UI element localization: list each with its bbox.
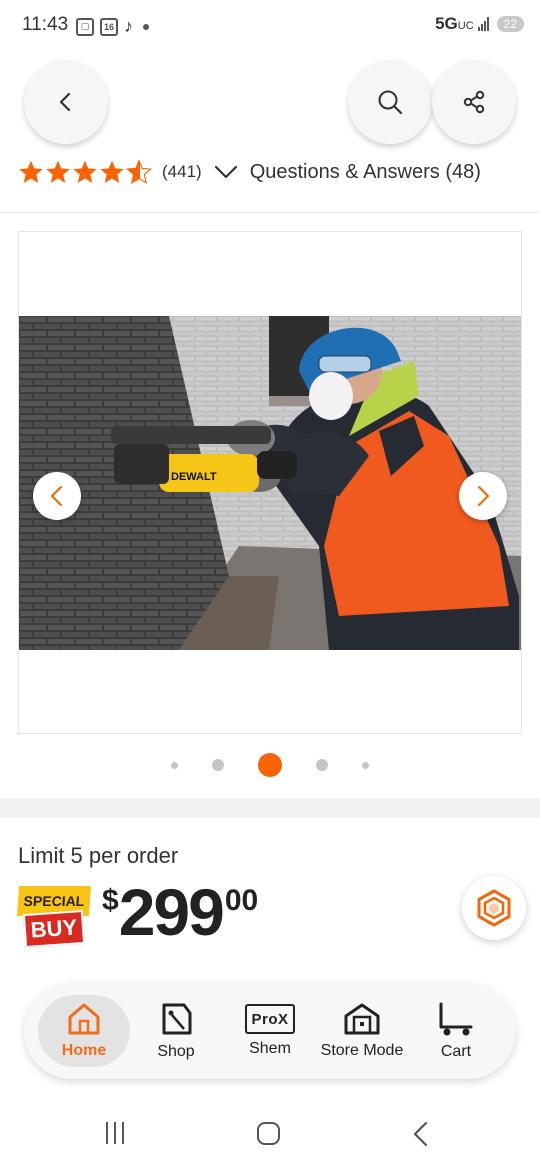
star-full-icon	[46, 160, 70, 183]
hexagon-assistant-icon	[477, 889, 511, 927]
cart-icon	[439, 1002, 473, 1036]
star-full-icon	[100, 160, 124, 183]
prox-icon: ProX	[245, 1004, 295, 1034]
star-full-icon	[19, 160, 43, 183]
back-button[interactable]	[24, 60, 108, 144]
chevron-left-icon	[51, 486, 62, 506]
nav-label-store-mode: Store Mode	[320, 1042, 404, 1059]
system-navigation-bar	[0, 1100, 540, 1170]
product-photo: DEWALT	[19, 316, 521, 650]
nav-item-cart[interactable]: Cart	[420, 983, 492, 1079]
notification-dot-icon	[143, 23, 149, 30]
chevron-left-icon	[59, 92, 71, 112]
search-button[interactable]	[348, 60, 432, 144]
pagination-dot[interactable]	[171, 761, 178, 769]
pagination-dot[interactable]	[212, 759, 224, 771]
nav-label-shop: Shop	[157, 1043, 195, 1060]
nav-label-shem: Shem	[249, 1040, 291, 1057]
section-divider	[0, 798, 540, 818]
nav-item-prox[interactable]: ProX Shem	[230, 983, 310, 1079]
tiktok-icon: ♪	[124, 16, 133, 36]
status-bar: 11:43 ▢ 16 ♪ 5GUC 22	[0, 0, 540, 50]
chevron-down-icon[interactable]	[214, 164, 238, 180]
pagination-dot[interactable]	[316, 759, 328, 771]
screenshot-icon: ▢	[76, 17, 94, 36]
badge-buy-text: BUY	[22, 909, 86, 949]
calendar-16-icon: 16	[100, 17, 118, 36]
system-back-icon[interactable]	[410, 1120, 430, 1148]
divider	[0, 212, 540, 213]
home-icon	[68, 1003, 100, 1035]
star-half-icon	[126, 159, 152, 184]
price-cents: 00	[224, 884, 259, 917]
chevron-right-icon	[478, 486, 489, 506]
assistant-button[interactable]	[462, 876, 526, 940]
share-button[interactable]	[432, 60, 516, 144]
rating-row[interactable]: (441) Questions & Answers (48)	[18, 156, 481, 188]
status-time: 11:43	[22, 14, 69, 35]
signal-icon	[477, 17, 489, 31]
status-right: 5GUC 22	[435, 14, 524, 34]
system-home-icon[interactable]	[257, 1122, 280, 1145]
gallery-pagination[interactable]	[0, 752, 540, 778]
nav-item-home[interactable]: Home	[38, 983, 130, 1079]
nav-label-home: Home	[61, 1042, 107, 1059]
pagination-dot[interactable]	[362, 761, 369, 769]
network-label: 5GUC	[435, 14, 474, 33]
bottom-navigation: Home Shop ProX Shem Store Mode Cart	[24, 983, 516, 1079]
star-rating	[18, 159, 152, 185]
share-icon	[463, 90, 485, 114]
nav-item-store-mode[interactable]: Store Mode	[314, 983, 410, 1079]
shop-tag-icon	[162, 1003, 192, 1035]
gallery-next-button[interactable]	[459, 472, 507, 520]
status-notification-icons: ▢ 16 ♪	[76, 16, 149, 37]
price-currency: $	[102, 884, 119, 917]
search-icon	[378, 90, 403, 115]
price-dollars: 299	[118, 875, 225, 949]
star-full-icon	[73, 160, 97, 183]
tool-brand-text: DEWALT	[171, 471, 217, 483]
battery-indicator: 22	[496, 16, 524, 32]
purchase-limit-text: Limit 5 per order	[18, 843, 179, 868]
store-icon	[344, 1003, 380, 1035]
rating-count: (441)	[162, 162, 202, 181]
recent-apps-icon[interactable]	[106, 1122, 124, 1144]
nav-item-shop[interactable]: Shop	[136, 983, 216, 1079]
questions-answers-link[interactable]: Questions & Answers (48)	[250, 161, 481, 184]
pagination-dot-active[interactable]	[258, 753, 282, 777]
gallery-prev-button[interactable]	[33, 472, 81, 520]
product-image[interactable]: DEWALT	[19, 316, 521, 650]
special-buy-badge: SPECIAL BUY	[16, 886, 92, 949]
nav-label-cart: Cart	[440, 1043, 472, 1060]
product-price: $ 299 00	[102, 876, 258, 948]
